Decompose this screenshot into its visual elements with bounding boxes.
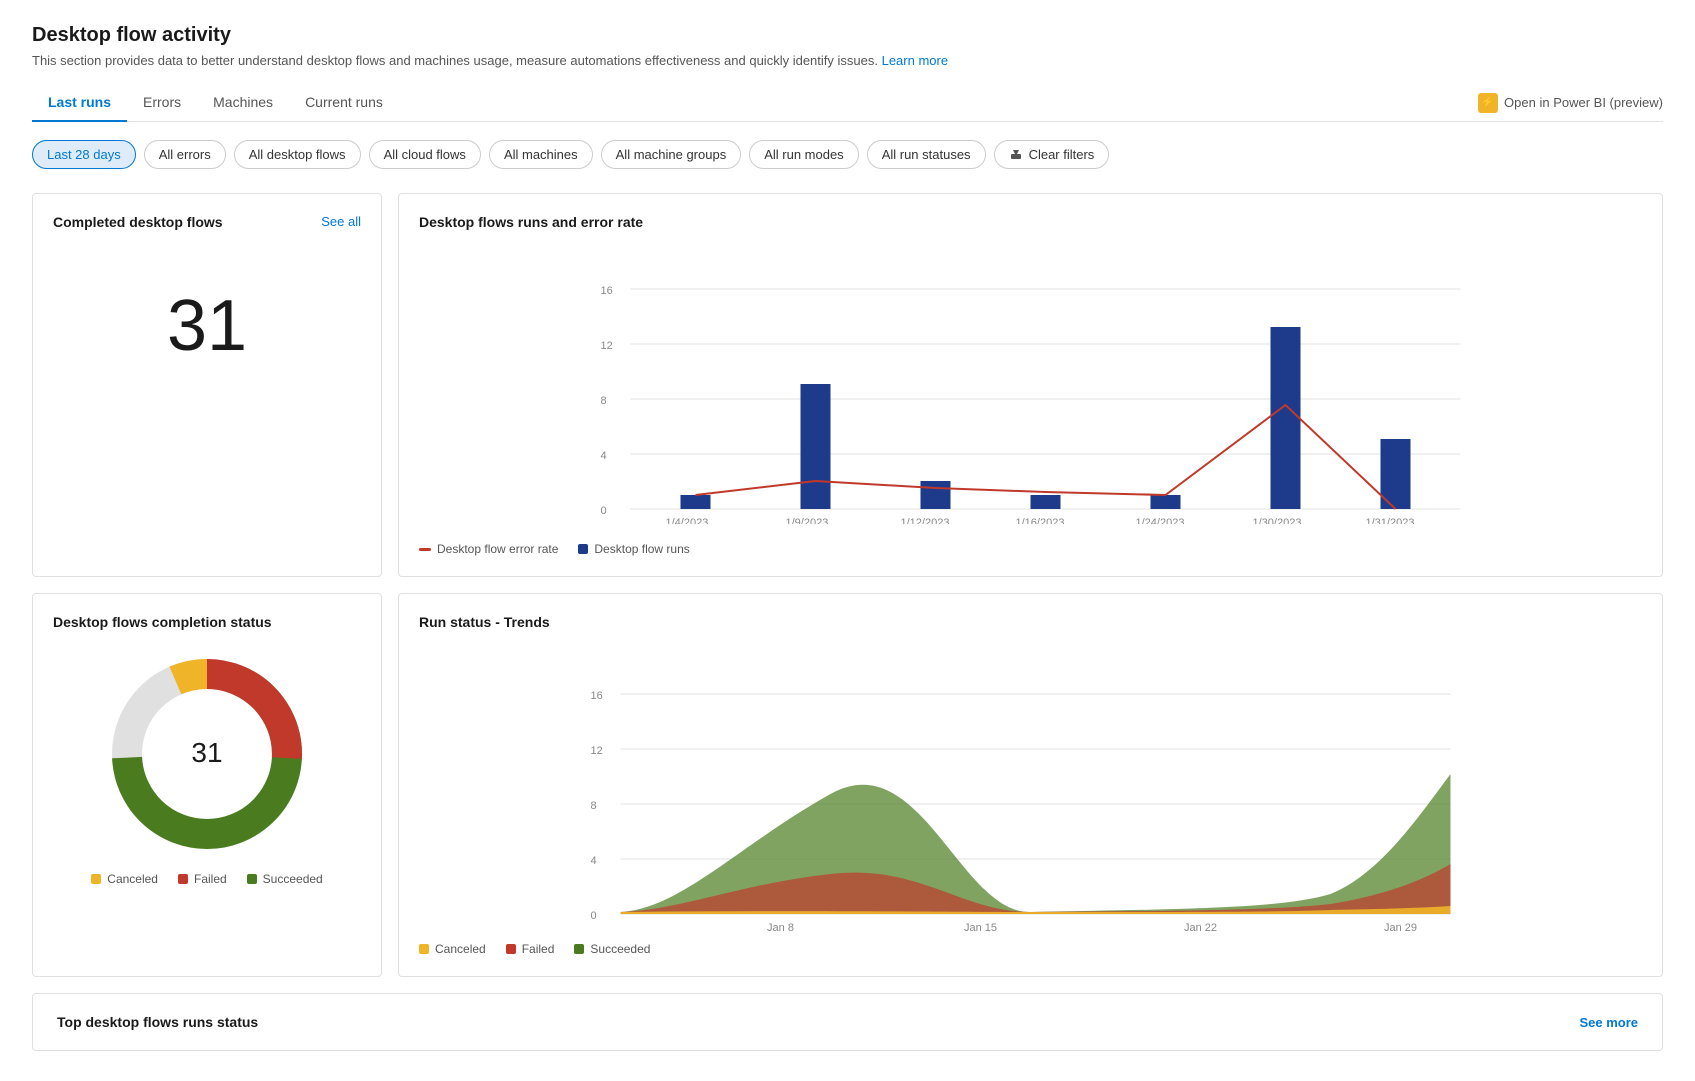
completed-flows-card: Completed desktop flows See all 31 [32,193,382,577]
trends-legend-succeeded-icon [574,944,584,954]
filter-all-desktop-flows[interactable]: All desktop flows [234,140,361,169]
page-title: Desktop flow activity [32,24,1663,47]
filter-all-machine-groups[interactable]: All machine groups [601,140,742,169]
filters-row: Last 28 days All errors All desktop flow… [32,140,1663,169]
legend-error-rate-icon [419,548,431,551]
bar-chart-legend: Desktop flow error rate Desktop flow run… [419,542,1642,556]
svg-text:8: 8 [601,395,607,407]
power-bi-button[interactable]: ⚡ Open in Power BI (preview) [1478,93,1663,113]
legend-error-rate: Desktop flow error rate [419,542,558,556]
svg-text:31: 31 [191,737,222,768]
donut-container: 31 Canceled Failed Succeeded [53,634,361,896]
donut-legend: Canceled Failed Succeeded [91,872,322,886]
trends-chart-area: 0 4 8 12 16 [419,634,1642,934]
trends-svg: 0 4 8 12 16 [419,634,1642,934]
tab-errors[interactable]: Errors [127,84,197,122]
bottom-section: Top desktop flows runs status See more [32,993,1663,1051]
page-container: Desktop flow activity This section provi… [0,0,1695,1081]
tab-last-runs[interactable]: Last runs [32,84,127,122]
trends-legend: Canceled Failed Succeeded [419,942,1642,956]
svg-text:1/16/2023: 1/16/2023 [1016,517,1065,524]
filter-all-run-statuses[interactable]: All run statuses [867,140,986,169]
svg-text:1/24/2023: 1/24/2023 [1136,517,1185,524]
trends-legend-failed-icon [506,944,516,954]
svg-text:0: 0 [601,505,607,517]
svg-text:12: 12 [601,340,613,352]
filter-all-cloud-flows[interactable]: All cloud flows [369,140,481,169]
svg-text:Jan 22: Jan 22 [1184,922,1217,934]
svg-text:16: 16 [591,690,603,702]
svg-text:Jan 8: Jan 8 [767,922,794,934]
bar-chart-card: Desktop flows runs and error rate 0 4 8 … [398,193,1663,577]
svg-text:1/31/2023: 1/31/2023 [1366,517,1415,524]
see-all-link[interactable]: See all [321,214,361,229]
dashboard-grid-row2: Desktop flows completion status [32,593,1663,977]
trends-chart-card: Run status - Trends 0 4 8 12 16 [398,593,1663,977]
legend-flow-runs: Desktop flow runs [578,542,689,556]
svg-text:8: 8 [591,800,597,812]
svg-text:1/9/2023: 1/9/2023 [786,517,829,524]
legend-flow-runs-icon [578,544,588,554]
donut-svg: 31 [97,644,317,864]
power-bi-icon: ⚡ [1478,93,1498,113]
legend-succeeded-icon [247,874,257,884]
bar-chart-title: Desktop flows runs and error rate [419,214,1642,230]
svg-text:Jan 29: Jan 29 [1384,922,1417,934]
svg-text:1/30/2023: 1/30/2023 [1253,517,1302,524]
filter-all-run-modes[interactable]: All run modes [749,140,858,169]
completed-flows-header: Completed desktop flows See all [53,214,361,234]
trends-legend-canceled-icon [419,944,429,954]
legend-canceled-icon [91,874,101,884]
svg-text:16: 16 [601,285,613,297]
completed-flows-count: 31 [53,250,361,402]
donut-chart-card: Desktop flows completion status [32,593,382,977]
page-header: Desktop flow activity This section provi… [32,24,1663,68]
filter-clear[interactable]: Clear filters [994,140,1110,169]
svg-text:4: 4 [591,855,597,867]
tab-machines[interactable]: Machines [197,84,289,122]
tab-current-runs[interactable]: Current runs [289,84,399,122]
completed-flows-title: Completed desktop flows [53,214,223,230]
svg-text:4: 4 [601,450,607,462]
svg-text:12: 12 [591,745,603,757]
page-subtitle: This section provides data to better und… [32,53,1663,68]
filter-last-28-days[interactable]: Last 28 days [32,140,136,169]
bar-chart-area: 0 4 8 12 16 [419,234,1642,534]
filter-all-machines[interactable]: All machines [489,140,593,169]
learn-more-link[interactable]: Learn more [882,53,948,68]
filter-all-errors[interactable]: All errors [144,140,226,169]
trends-chart-title: Run status - Trends [419,614,1642,630]
legend-failed-icon [178,874,188,884]
svg-text:1/12/2023: 1/12/2023 [901,517,950,524]
dashboard-grid: Completed desktop flows See all 31 Deskt… [32,193,1663,577]
svg-text:1/4/2023: 1/4/2023 [666,517,709,524]
see-more-link[interactable]: See more [1579,1015,1638,1030]
bottom-section-title: Top desktop flows runs status [57,1014,258,1030]
svg-text:Jan 15: Jan 15 [964,922,997,934]
donut-chart-title: Desktop flows completion status [53,614,361,630]
bar-chart-svg: 0 4 8 12 16 [419,234,1642,524]
tabs-row: Last runs Errors Machines Current runs ⚡… [32,84,1663,122]
svg-text:0: 0 [591,910,597,922]
eraser-icon [1009,148,1023,162]
